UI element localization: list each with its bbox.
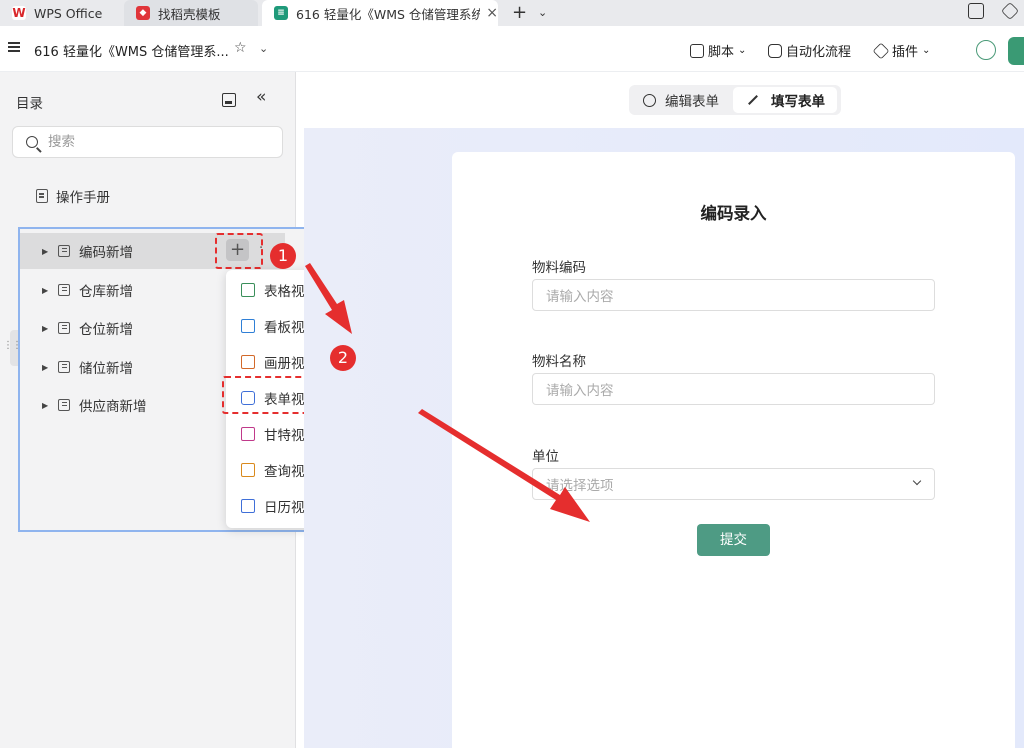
collapse-sidebar-icon[interactable]: «: [256, 87, 267, 107]
gantt-view-icon: [241, 427, 255, 441]
search-icon: [26, 136, 38, 148]
tab-docer[interactable]: ◆ 找稻壳模板: [124, 0, 258, 26]
gear-icon: [643, 93, 656, 107]
tab-wms-document[interactable]: ≡ 616 轻量化《WMS 仓储管理系统 ×: [262, 0, 498, 26]
gallery-view-icon: [241, 355, 255, 369]
chevron-down-icon: ⌄: [738, 45, 747, 56]
field-label-material-code: 物料编码: [532, 260, 586, 276]
field-label-material-name: 物料名称: [532, 354, 586, 370]
restore-window-icon[interactable]: [968, 3, 984, 19]
tab-label: 编辑表单: [665, 94, 719, 110]
calendar-view-icon: [241, 499, 255, 513]
puzzle-icon: [872, 42, 890, 59]
tab-label: WPS Office: [34, 5, 103, 21]
window-controls: [968, 1, 1020, 21]
document-header: 616 轻量化《WMS 仓储管理系... ☆ ⌄ 脚本 ⌄ 自动化流程 插件 ⌄: [0, 28, 1024, 72]
menu-icon[interactable]: [8, 42, 20, 52]
document-icon: [36, 189, 48, 203]
sidebar-item-label: 操作手册: [56, 190, 110, 206]
chevron-down-icon: ⌄: [922, 45, 931, 56]
sidebar-title: 目录: [16, 96, 43, 112]
sidebar-item-label: 仓位新增: [79, 322, 133, 338]
main-content: 编辑表单 填写表单 编码录入 物料编码 请输入内容 物料名称 请输入内容 单位 …: [304, 72, 1024, 748]
close-icon[interactable]: ×: [486, 5, 498, 21]
grid-view-icon: [241, 283, 255, 297]
material-name-input[interactable]: 请输入内容: [532, 373, 935, 405]
table-icon: [58, 245, 70, 257]
browser-tab-bar: W WPS Office ◆ 找稻壳模板 ≡ 616 轻量化《WMS 仓储管理系…: [0, 0, 1024, 26]
kanban-view-icon: [241, 319, 255, 333]
table-icon: [58, 399, 70, 411]
chevron-down-icon[interactable]: ⌄: [259, 42, 268, 55]
star-icon[interactable]: ☆: [234, 40, 247, 56]
tab-edit-form[interactable]: 编辑表单: [629, 87, 731, 113]
share-button[interactable]: [1008, 37, 1024, 65]
plugins-label: 插件: [892, 45, 919, 60]
material-code-input[interactable]: 请输入内容: [532, 279, 935, 311]
docer-logo-icon: ◆: [136, 6, 150, 20]
wps-logo-icon: W: [12, 6, 26, 20]
plugins-button[interactable]: 插件 ⌄: [872, 41, 931, 60]
field-label-unit: 单位: [532, 449, 559, 465]
form-title: 编码录入: [700, 204, 767, 223]
smartsheet-icon: ≡: [274, 6, 288, 20]
sidebar-item-label: 供应商新增: [79, 399, 147, 415]
form-card: 编码录入 物料编码 请输入内容 物料名称 请输入内容 单位 请选择选项 提交: [452, 152, 1015, 748]
sidebar-search[interactable]: [12, 126, 283, 158]
table-icon: [58, 284, 70, 296]
expand-triangle-icon[interactable]: ▶: [42, 324, 52, 333]
sidebar-item-manual[interactable]: 操作手册: [36, 186, 110, 206]
step-badge-1: 1: [270, 243, 296, 269]
submit-button[interactable]: 提交: [697, 524, 770, 556]
pencil-icon: [748, 95, 758, 105]
step-badge-2: 2: [330, 345, 356, 371]
sidebar-item-label: 储位新增: [79, 361, 133, 377]
automation-label: 自动化流程: [786, 45, 852, 60]
tab-fill-form[interactable]: 填写表单: [733, 87, 837, 113]
panel-toggle-icon[interactable]: [222, 93, 236, 107]
add-view-button[interactable]: +: [226, 239, 249, 261]
cube-icon[interactable]: [1000, 1, 1020, 21]
chevron-down-icon: [912, 476, 922, 486]
query-view-icon: [241, 463, 255, 477]
document-title[interactable]: 616 轻量化《WMS 仓储管理系...: [34, 41, 229, 60]
table-icon: [58, 322, 70, 334]
chevron-down-icon[interactable]: ⌄: [538, 6, 547, 19]
script-icon: [690, 43, 704, 58]
tab-label: 找稻壳模板: [158, 6, 221, 22]
tab-label: 填写表单: [771, 94, 825, 110]
select-placeholder: 请选择选项: [546, 478, 614, 494]
search-input[interactable]: [48, 134, 248, 150]
input-placeholder: 请输入内容: [546, 383, 614, 399]
expand-triangle-icon[interactable]: ▶: [42, 286, 52, 295]
expand-triangle-icon[interactable]: ▶: [42, 401, 52, 410]
new-tab-button[interactable]: +: [512, 2, 527, 23]
sidebar-item-label: 仓库新增: [79, 284, 133, 300]
script-button[interactable]: 脚本 ⌄: [690, 41, 746, 60]
table-icon: [58, 361, 70, 373]
more-icon[interactable]: ·: [259, 241, 263, 256]
sidebar-item-label: 编码新增: [79, 245, 133, 261]
form-mode-switch: 编辑表单 填写表单: [629, 85, 841, 115]
input-placeholder: 请输入内容: [546, 289, 614, 305]
tab-wps-office[interactable]: W WPS Office: [0, 0, 120, 26]
expand-triangle-icon[interactable]: ▶: [42, 247, 52, 256]
main-toolbar: 编辑表单 填写表单: [304, 72, 1024, 128]
robot-icon: [768, 43, 782, 58]
tab-label: 616 轻量化《WMS 仓储管理系统: [296, 6, 481, 22]
script-label: 脚本: [708, 45, 735, 60]
automation-button[interactable]: 自动化流程: [768, 41, 851, 60]
cloud-sync-icon[interactable]: [976, 40, 996, 60]
expand-triangle-icon[interactable]: ▶: [42, 363, 52, 372]
unit-select[interactable]: 请选择选项: [532, 468, 935, 500]
